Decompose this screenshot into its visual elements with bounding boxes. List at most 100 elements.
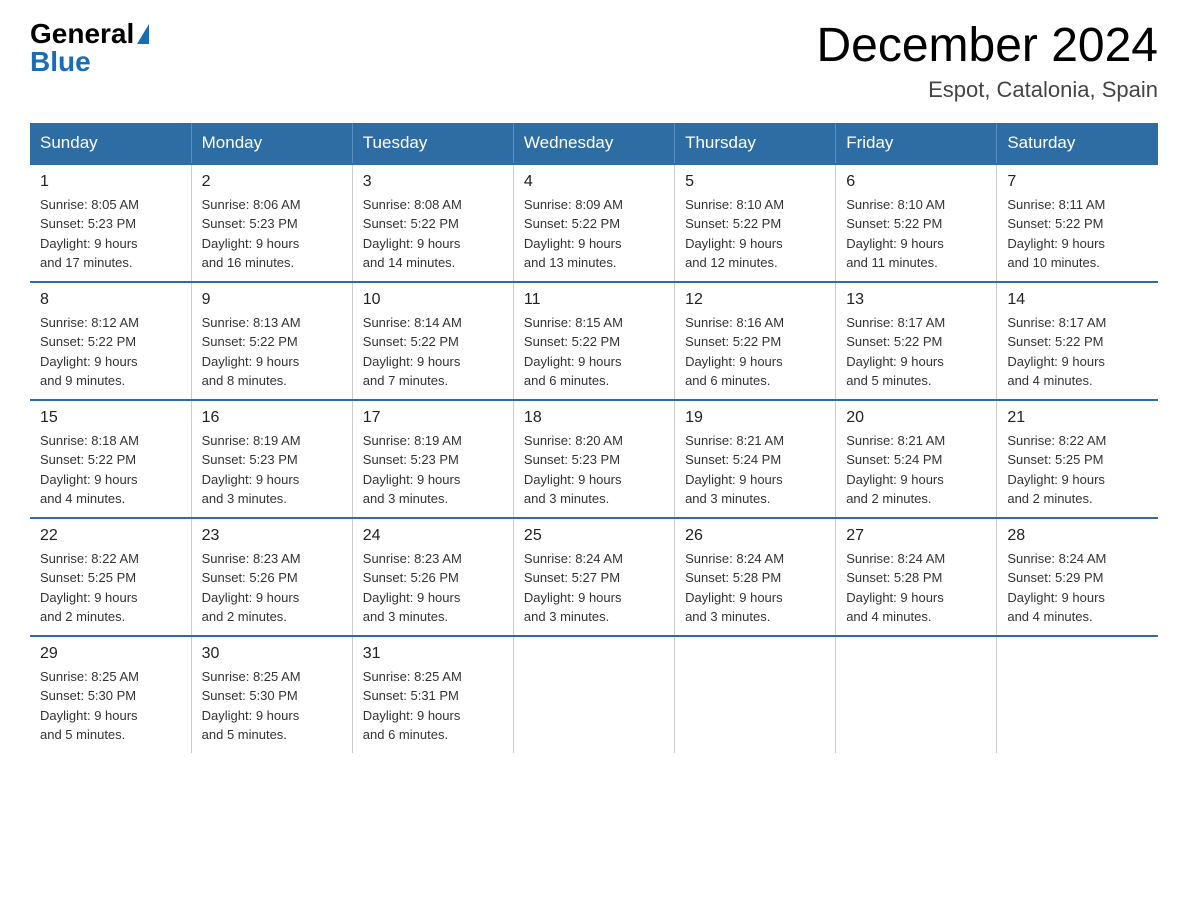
day-info-line: Sunset: 5:30 PM: [202, 688, 298, 703]
day-info-line: and 3 minutes.: [363, 491, 448, 506]
day-info-line: Sunset: 5:22 PM: [524, 216, 620, 231]
calendar-header-friday: Friday: [836, 123, 997, 164]
day-info-line: Sunrise: 8:19 AM: [202, 433, 301, 448]
page-subtitle: Espot, Catalonia, Spain: [816, 77, 1158, 103]
day-info-line: Sunrise: 8:23 AM: [202, 551, 301, 566]
day-info-line: and 3 minutes.: [202, 491, 287, 506]
day-info-line: and 3 minutes.: [524, 609, 609, 624]
day-info: Sunrise: 8:24 AMSunset: 5:29 PMDaylight:…: [1007, 549, 1148, 627]
day-number: 20: [846, 409, 986, 427]
day-info: Sunrise: 8:12 AMSunset: 5:22 PMDaylight:…: [40, 313, 181, 391]
calendar-cell: 4Sunrise: 8:09 AMSunset: 5:22 PMDaylight…: [513, 164, 674, 282]
day-info-line: Daylight: 9 hours: [202, 472, 300, 487]
calendar-cell: 19Sunrise: 8:21 AMSunset: 5:24 PMDayligh…: [675, 400, 836, 518]
day-info-line: Daylight: 9 hours: [363, 354, 461, 369]
calendar-cell: 22Sunrise: 8:22 AMSunset: 5:25 PMDayligh…: [30, 518, 191, 636]
calendar-cell: 31 Sunrise: 8:25 AMSunset: 5:31 PMDayligh…: [352, 636, 513, 753]
day-info-line: Daylight: 9 hours: [524, 590, 622, 605]
day-info-line: Sunrise: 8:09 AM: [524, 197, 623, 212]
calendar-cell: 28 Sunrise: 8:24 AMSunset: 5:29 PMDayligh…: [997, 518, 1158, 636]
day-info: Sunrise: 8:23 AM Sunset: 5:26 PM Daylight:…: [202, 549, 342, 627]
day-info-line: Daylight: 9 hours: [524, 354, 622, 369]
day-info-line: Sunset: 5:31 PM: [363, 688, 459, 703]
day-number: 16: [202, 409, 342, 427]
day-info: Sunrise: 8:11 AMSunset: 5:22 PMDaylight:…: [1007, 195, 1148, 273]
day-info-line: and 3 minutes.: [685, 491, 770, 506]
day-info: Sunrise: 8:25 AMSunset: 5:31 PMDaylight:…: [363, 667, 503, 745]
calendar-cell: 21Sunrise: 8:22 AMSunset: 5:25 PMDayligh…: [997, 400, 1158, 518]
calendar-cell: 3Sunrise: 8:08 AMSunset: 5:22 PMDaylight…: [352, 164, 513, 282]
day-number: 9: [202, 291, 342, 309]
day-info: Sunrise: 8:21 AMSunset: 5:24 PMDaylight:…: [846, 431, 986, 509]
day-info: Sunrise: 8:21 AMSunset: 5:24 PMDaylight:…: [685, 431, 825, 509]
day-info-line: Sunset: 5:22 PM: [363, 334, 459, 349]
day-info-line: Daylight: 9 hours: [685, 236, 783, 251]
day-info-line: Daylight: 9 hours: [40, 590, 138, 605]
day-number: 10: [363, 291, 503, 309]
logo-blue-text: Blue: [30, 48, 91, 76]
day-info-line: Sunset: 5:22 PM: [40, 452, 136, 467]
day-info-line: Sunset: 5:22 PM: [363, 216, 459, 231]
day-info: Sunrise: 8:25 AMSunset: 5:30 PMDaylight:…: [202, 667, 342, 745]
calendar-body: 1Sunrise: 8:05 AMSunset: 5:23 PMDaylight…: [30, 164, 1158, 753]
day-info-line: Sunset: 5:24 PM: [846, 452, 942, 467]
logo: General Blue: [30, 20, 149, 76]
day-info-line: Sunset: 5:22 PM: [846, 334, 942, 349]
day-info: Sunrise: 8:23 AMSunset: 5:26 PMDaylight:…: [363, 549, 503, 627]
calendar-cell: 10Sunrise: 8:14 AMSunset: 5:22 PMDayligh…: [352, 282, 513, 400]
day-info-line: Daylight: 9 hours: [846, 354, 944, 369]
day-info-line: Daylight: 9 hours: [40, 708, 138, 723]
day-info-line: and 2 minutes.: [1007, 491, 1092, 506]
calendar-cell: [675, 636, 836, 753]
day-number: 23: [202, 527, 342, 545]
day-info: Sunrise: 8:19 AMSunset: 5:23 PMDaylight:…: [202, 431, 342, 509]
calendar-cell: 30Sunrise: 8:25 AMSunset: 5:30 PMDayligh…: [191, 636, 352, 753]
day-info-line: Daylight: 9 hours: [202, 590, 300, 605]
day-info-line: Daylight: 9 hours: [685, 472, 783, 487]
day-info-line: Sunrise: 8:21 AM: [685, 433, 784, 448]
calendar-cell: 20 Sunrise: 8:21 AMSunset: 5:24 PMDayligh…: [836, 400, 997, 518]
day-info-line: Sunset: 5:22 PM: [524, 334, 620, 349]
day-info-line: Sunrise: 8:22 AM: [1007, 433, 1106, 448]
day-info-line: Sunrise: 8:17 AM: [846, 315, 945, 330]
day-info-line: and 12 minutes.: [685, 255, 778, 270]
day-info-line: and 5 minutes.: [846, 373, 931, 388]
day-info-line: Sunrise: 8:16 AM: [685, 315, 784, 330]
day-info-line: Sunrise: 8:22 AM: [40, 551, 139, 566]
day-info-line: Sunset: 5:27 PM: [524, 570, 620, 585]
day-info-line: Sunset: 5:26 PM: [202, 570, 298, 585]
calendar-cell: 2Sunrise: 8:06 AMSunset: 5:23 PMDaylight…: [191, 164, 352, 282]
day-info-line: Sunset: 5:29 PM: [1007, 570, 1103, 585]
day-info-line: and 5 minutes.: [40, 727, 125, 742]
day-info-line: Sunset: 5:26 PM: [363, 570, 459, 585]
day-info: Sunrise: 8:24 AMSunset: 5:28 PMDaylight:…: [846, 549, 986, 627]
calendar-week-row: 1Sunrise: 8:05 AMSunset: 5:23 PMDaylight…: [30, 164, 1158, 282]
day-info: Sunrise: 8:05 AMSunset: 5:23 PMDaylight:…: [40, 195, 181, 273]
day-info-line: Sunset: 5:22 PM: [1007, 334, 1103, 349]
calendar-week-row: 22Sunrise: 8:22 AMSunset: 5:25 PMDayligh…: [30, 518, 1158, 636]
day-number: 18: [524, 409, 664, 427]
calendar-cell: 29Sunrise: 8:25 AMSunset: 5:30 PMDayligh…: [30, 636, 191, 753]
calendar-cell: [513, 636, 674, 753]
day-number: 15: [40, 409, 181, 427]
calendar-week-row: 29Sunrise: 8:25 AMSunset: 5:30 PMDayligh…: [30, 636, 1158, 753]
day-info-line: Sunrise: 8:25 AM: [40, 669, 139, 684]
day-number: 28: [1007, 527, 1148, 545]
calendar-cell: 9Sunrise: 8:13 AMSunset: 5:22 PMDaylight…: [191, 282, 352, 400]
day-info-line: and 10 minutes.: [1007, 255, 1100, 270]
day-info: Sunrise: 8:10 AMSunset: 5:22 PMDaylight:…: [685, 195, 825, 273]
day-number: 6: [846, 173, 986, 191]
day-info-line: Daylight: 9 hours: [685, 590, 783, 605]
calendar-cell: 8Sunrise: 8:12 AMSunset: 5:22 PMDaylight…: [30, 282, 191, 400]
day-info: Sunrise: 8:24 AMSunset: 5:28 PMDaylight:…: [685, 549, 825, 627]
calendar-cell: 27Sunrise: 8:24 AMSunset: 5:28 PMDayligh…: [836, 518, 997, 636]
day-info-line: Daylight: 9 hours: [363, 472, 461, 487]
day-info-line: Daylight: 9 hours: [363, 236, 461, 251]
day-info-line: Sunrise: 8:19 AM: [363, 433, 462, 448]
calendar-header-wednesday: Wednesday: [513, 123, 674, 164]
logo-general-text: General: [30, 20, 134, 48]
day-info-line: and 2 minutes.: [202, 609, 287, 624]
day-info-line: and 4 minutes.: [846, 609, 931, 624]
day-info-line: and 4 minutes.: [40, 491, 125, 506]
day-number: 31: [363, 645, 503, 663]
